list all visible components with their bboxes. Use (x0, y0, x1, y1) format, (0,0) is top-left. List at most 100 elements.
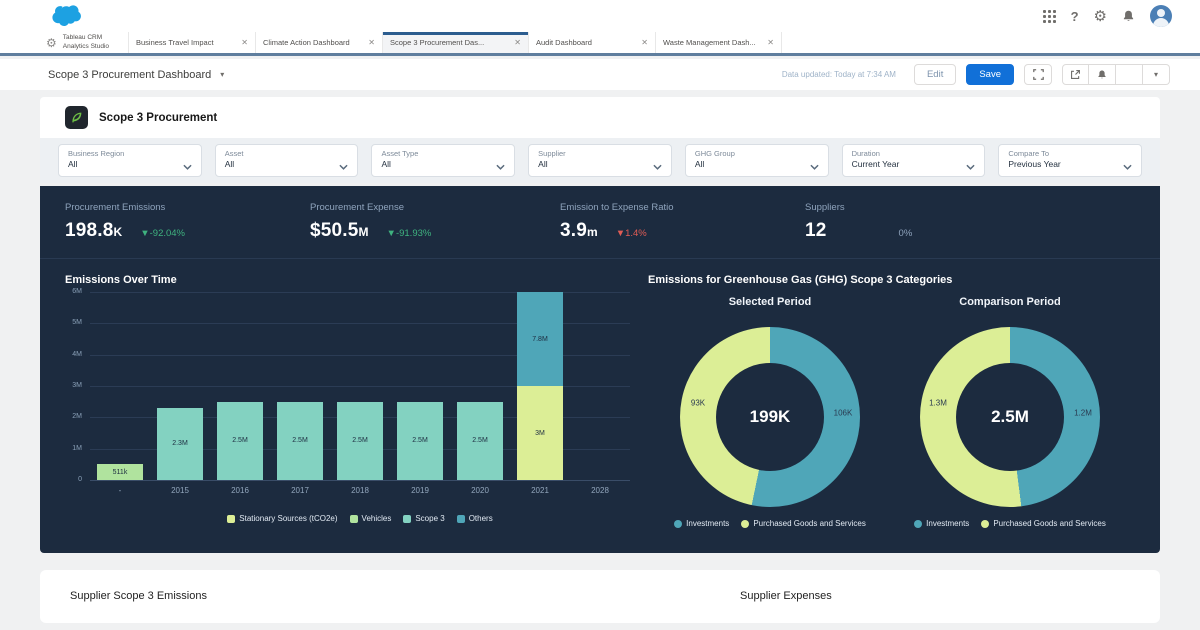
close-icon[interactable]: ✕ (514, 38, 521, 47)
bar-value-label: 7.8M (532, 336, 548, 343)
tab-climate-action-dashboard[interactable]: Climate Action Dashboard✕ (255, 32, 382, 53)
legend-item-vehicles[interactable]: Vehicles (350, 514, 392, 523)
bar-segment-scope-3[interactable]: 2.5M (217, 402, 263, 480)
filter-label: Asset Type (381, 149, 505, 159)
filter-label: Duration (852, 149, 976, 159)
save-button[interactable]: Save (966, 64, 1014, 85)
legend-item-purchased-goods-and-services[interactable]: Purchased Goods and Services (981, 519, 1106, 528)
legend-swatch (741, 520, 749, 528)
close-icon[interactable]: ✕ (368, 38, 375, 47)
setup-gear-icon[interactable]: ⚙ (1094, 9, 1107, 24)
x-tick-label: 2016 (210, 486, 270, 495)
legend-item-stationary-sources-tco2e[interactable]: Stationary Sources (tCO2e) (227, 514, 337, 523)
filter-supplier[interactable]: SupplierAll (528, 144, 672, 177)
filter-duration[interactable]: DurationCurrent Year (842, 144, 986, 177)
bar-segment-scope-3[interactable]: 2.5M (397, 402, 443, 480)
bar-chart-title: Emissions Over Time (65, 274, 177, 286)
filter-business-region[interactable]: Business RegionAll (58, 144, 202, 177)
edit-button[interactable]: Edit (914, 64, 956, 85)
tab-label: Business Travel Impact (136, 38, 237, 47)
bar-segment-others[interactable]: 7.8M (517, 292, 563, 386)
donut-selected-period[interactable]: 199K106K93K (680, 327, 860, 507)
app-switcher[interactable]: ⚙ Tableau CRM Analytics Studio (0, 32, 128, 53)
donut-2-title: Comparison Period (910, 296, 1110, 308)
notifications-bell-icon[interactable] (1122, 9, 1135, 23)
filter-value: All (538, 159, 662, 170)
kpi-label: Emission to Expense Ratio (560, 202, 805, 213)
expand-button[interactable] (1024, 64, 1052, 85)
donut-slice-label-purchased-goods-and-services: 93K (691, 399, 705, 408)
bar-segment-stationary-sources-tco2e[interactable]: 3M (517, 386, 563, 480)
legend-label: Purchased Goods and Services (993, 519, 1106, 528)
legend-item-investments[interactable]: Investments (674, 519, 729, 528)
legend-item-purchased-goods-and-services[interactable]: Purchased Goods and Services (741, 519, 866, 528)
bar-value-label: 2.3M (172, 440, 188, 447)
filter-value: All (68, 159, 192, 170)
filter-ghg-group[interactable]: GHG GroupAll (685, 144, 829, 177)
filter-asset-type[interactable]: Asset TypeAll (371, 144, 515, 177)
legend-item-investments[interactable]: Investments (914, 519, 969, 528)
more-actions-button[interactable]: ▾ (1143, 64, 1170, 85)
y-tick-label: 4M (40, 351, 82, 358)
tab-business-travel-impact[interactable]: Business Travel Impact ✕ (128, 32, 255, 53)
kpi-value: 3.9 (560, 220, 587, 242)
supplier-expenses-title: Supplier Expenses (740, 590, 832, 602)
kpi-value-suffix: m (587, 225, 598, 239)
donut-comparison-period[interactable]: 2.5M1.2M1.3M (920, 327, 1100, 507)
spacer-button[interactable] (1116, 64, 1143, 85)
bar-2015[interactable]: 2.3M (157, 408, 203, 480)
chevron-down-icon (183, 157, 192, 175)
salesforce-logo (46, 4, 82, 28)
bar-2020[interactable]: 2.5M (457, 402, 503, 480)
kpi-value-suffix: M (359, 225, 369, 239)
donut-center-value: 199K (750, 407, 791, 427)
share-button[interactable] (1062, 64, 1089, 85)
user-avatar[interactable] (1150, 5, 1172, 27)
dashboard-title-menu[interactable]: Scope 3 Procurement Dashboard ▾ (48, 69, 224, 81)
expand-icon (1033, 69, 1044, 80)
close-icon[interactable]: ✕ (641, 38, 648, 47)
subscribe-button[interactable] (1089, 64, 1116, 85)
x-tick-label: 2028 (570, 486, 630, 495)
bar-segment-vehicles[interactable]: 511k (97, 464, 143, 480)
help-icon[interactable]: ? (1071, 10, 1079, 23)
kpi-value-suffix: K (114, 225, 123, 239)
tab-scope-3-procurement-das[interactable]: Scope 3 Procurement Das...✕ (382, 32, 528, 53)
tab-audit-dashboard[interactable]: Audit Dashboard✕ (528, 32, 655, 53)
bar-2021[interactable]: 3M 7.8M (517, 292, 563, 480)
bar-segment-scope-3[interactable]: 2.3M (157, 408, 203, 480)
kpi-label: Procurement Emissions (65, 202, 310, 213)
chevron-down-icon (339, 157, 348, 175)
legend-item-others[interactable]: Others (457, 514, 493, 523)
bar-2019[interactable]: 2.5M (397, 402, 443, 480)
bar-segment-scope-3[interactable]: 2.5M (457, 402, 503, 480)
bar-segment-scope-3[interactable]: 2.5M (277, 402, 323, 480)
app-launcher-icon[interactable] (1043, 10, 1056, 23)
bar-[interactable]: 511k (97, 464, 143, 480)
y-tick-label: 1M (40, 445, 82, 452)
chevron-down-icon: ▾ (1154, 70, 1158, 79)
bar-2017[interactable]: 2.5M (277, 402, 323, 480)
legend-swatch (227, 515, 235, 523)
close-icon[interactable]: ✕ (241, 38, 248, 47)
filter-compare-to[interactable]: Compare ToPrevious Year (998, 144, 1142, 177)
bar-2018[interactable]: 2.5M (337, 402, 383, 480)
legend-label: Stationary Sources (tCO2e) (239, 514, 337, 523)
kpi-label: Suppliers (805, 202, 1105, 213)
kpi-delta: ▼-92.04% (140, 228, 185, 239)
filter-asset[interactable]: AssetAll (215, 144, 359, 177)
bar-segment-scope-3[interactable]: 2.5M (337, 402, 383, 480)
legend-label: Investments (926, 519, 969, 528)
tab-waste-management-dash[interactable]: Waste Management Dash... ✕ (655, 32, 782, 53)
analytics-studio-icon: ⚙ (46, 36, 57, 50)
bar-2016[interactable]: 2.5M (217, 402, 263, 480)
legend-item-scope-3[interactable]: Scope 3 (403, 514, 444, 523)
chevron-down-icon (653, 157, 662, 175)
analytics-section: Procurement Emissions198.8K▼-92.04%Procu… (40, 186, 1160, 553)
close-icon[interactable]: ✕ (767, 38, 774, 47)
legend-label: Purchased Goods and Services (753, 519, 866, 528)
filter-value: All (381, 159, 505, 170)
bar-value-label: 2.5M (472, 437, 488, 444)
bar-value-label: 2.5M (232, 437, 248, 444)
tab-label: Waste Management Dash... (663, 38, 763, 47)
